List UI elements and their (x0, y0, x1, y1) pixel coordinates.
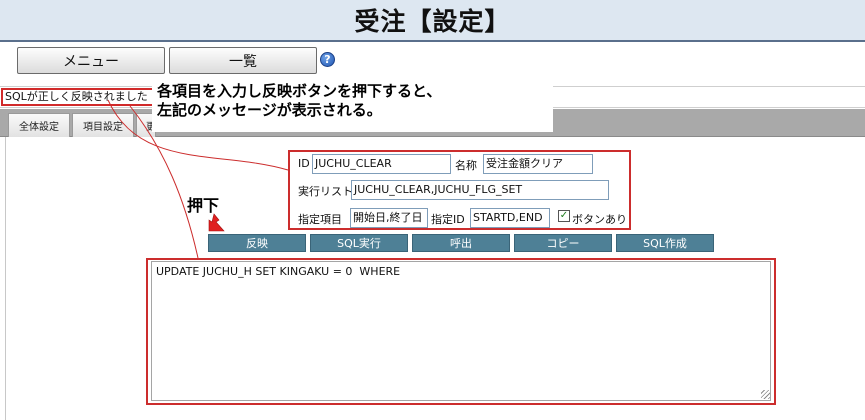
list-button[interactable]: 一覧 (169, 47, 317, 74)
sql-execute-button[interactable]: SQL実行 (310, 234, 408, 252)
spec-id-input[interactable]: STARTD,END (470, 208, 550, 228)
name-input[interactable]: 受注金額クリア (483, 154, 593, 174)
annotation-line-1: 各項目を入力し反映ボタンを押下すると、 (157, 82, 442, 100)
id-input[interactable]: JUCHU_CLEAR (312, 154, 451, 174)
annotation-line-2: 左記のメッセージが表示される。 (157, 101, 382, 119)
button-flag-checkbox[interactable]: ✓ (558, 210, 570, 222)
items-input[interactable]: 開始日,終了日 (350, 208, 428, 228)
apply-button[interactable]: 反映 (208, 234, 306, 252)
page-title: 受注【設定】 (354, 7, 511, 36)
sql-textarea[interactable]: UPDATE JUCHU_H SET KINGAKU = 0 WHERE (151, 261, 771, 401)
items-label: 指定項目 (298, 213, 342, 226)
sql-create-button[interactable]: SQL作成 (616, 234, 714, 252)
tab-general-settings[interactable]: 全体設定 (8, 113, 70, 137)
button-flag-label: ボタンあり (572, 213, 627, 226)
red-arrow-icon (208, 213, 225, 232)
title-bar: 受注【設定】 (0, 0, 865, 42)
tab-item-settings[interactable]: 項目設定 (72, 113, 134, 137)
id-label: ID (298, 157, 310, 170)
resize-grip-icon[interactable] (761, 390, 770, 399)
left-border (5, 137, 6, 420)
spec-id-label: 指定ID (431, 213, 465, 226)
annotation-note: 各項目を入力し反映ボタンを押下すると、 左記のメッセージが表示される。 (152, 78, 553, 132)
exec-list-label: 実行リスト (298, 185, 353, 198)
name-label: 名称 (455, 159, 477, 172)
call-button[interactable]: 呼出 (412, 234, 510, 252)
help-icon[interactable]: ? (320, 52, 335, 67)
press-annotation: 押下 (187, 196, 220, 215)
menu-button[interactable]: メニュー (17, 47, 165, 74)
exec-list-input[interactable]: JUCHU_CLEAR,JUCHU_FLG_SET (351, 180, 609, 200)
copy-button[interactable]: コピー (514, 234, 612, 252)
sql-status-message: SQLが正しく反映されました 0 (1, 88, 163, 106)
